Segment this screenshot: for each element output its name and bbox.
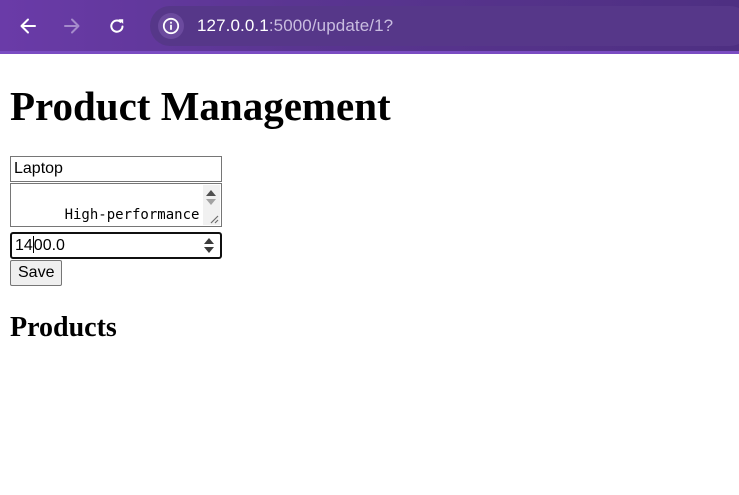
spinner-up-icon[interactable] — [204, 238, 214, 244]
product-description-textarea[interactable]: High-performance laptop with SSD — [10, 183, 222, 227]
back-button[interactable] — [11, 9, 45, 43]
forward-button[interactable] — [55, 9, 89, 43]
url-host: 127.0.0.1 — [197, 16, 269, 35]
products-heading: Products — [10, 312, 117, 343]
price-text-before-caret: 14 — [15, 237, 33, 254]
site-info-button[interactable] — [158, 13, 184, 39]
page-content: Product Management Laptop High-performan… — [10, 54, 739, 344]
arrow-right-icon — [64, 18, 80, 34]
scroll-up-arrow-icon[interactable] — [206, 190, 216, 196]
product-price-input[interactable]: 1400.0 — [10, 232, 222, 259]
description-text: High-performance laptop with SSD — [64, 207, 200, 223]
address-bar[interactable]: 127.0.0.1:5000/update/1? — [150, 6, 739, 46]
product-form: Laptop High-performance laptop with SSD … — [10, 156, 739, 286]
url-path: :5000/update/1? — [268, 16, 394, 35]
save-button[interactable]: Save — [10, 260, 63, 286]
reload-icon — [110, 19, 124, 33]
arrow-left-icon — [20, 18, 36, 34]
reload-button[interactable] — [100, 9, 134, 43]
product-name-input[interactable]: Laptop — [10, 156, 222, 182]
url-text[interactable]: 127.0.0.1:5000/update/1? — [197, 16, 393, 36]
scroll-down-arrow-icon[interactable] — [206, 199, 216, 205]
spinner-down-icon[interactable] — [204, 247, 214, 253]
number-spinner[interactable] — [203, 238, 215, 254]
browser-toolbar: 127.0.0.1:5000/update/1? — [0, 0, 739, 54]
page-title: Product Management — [10, 83, 391, 129]
resize-grip-icon[interactable] — [209, 214, 219, 224]
info-icon — [162, 17, 180, 35]
price-text-after-caret: 00.0 — [33, 237, 65, 254]
